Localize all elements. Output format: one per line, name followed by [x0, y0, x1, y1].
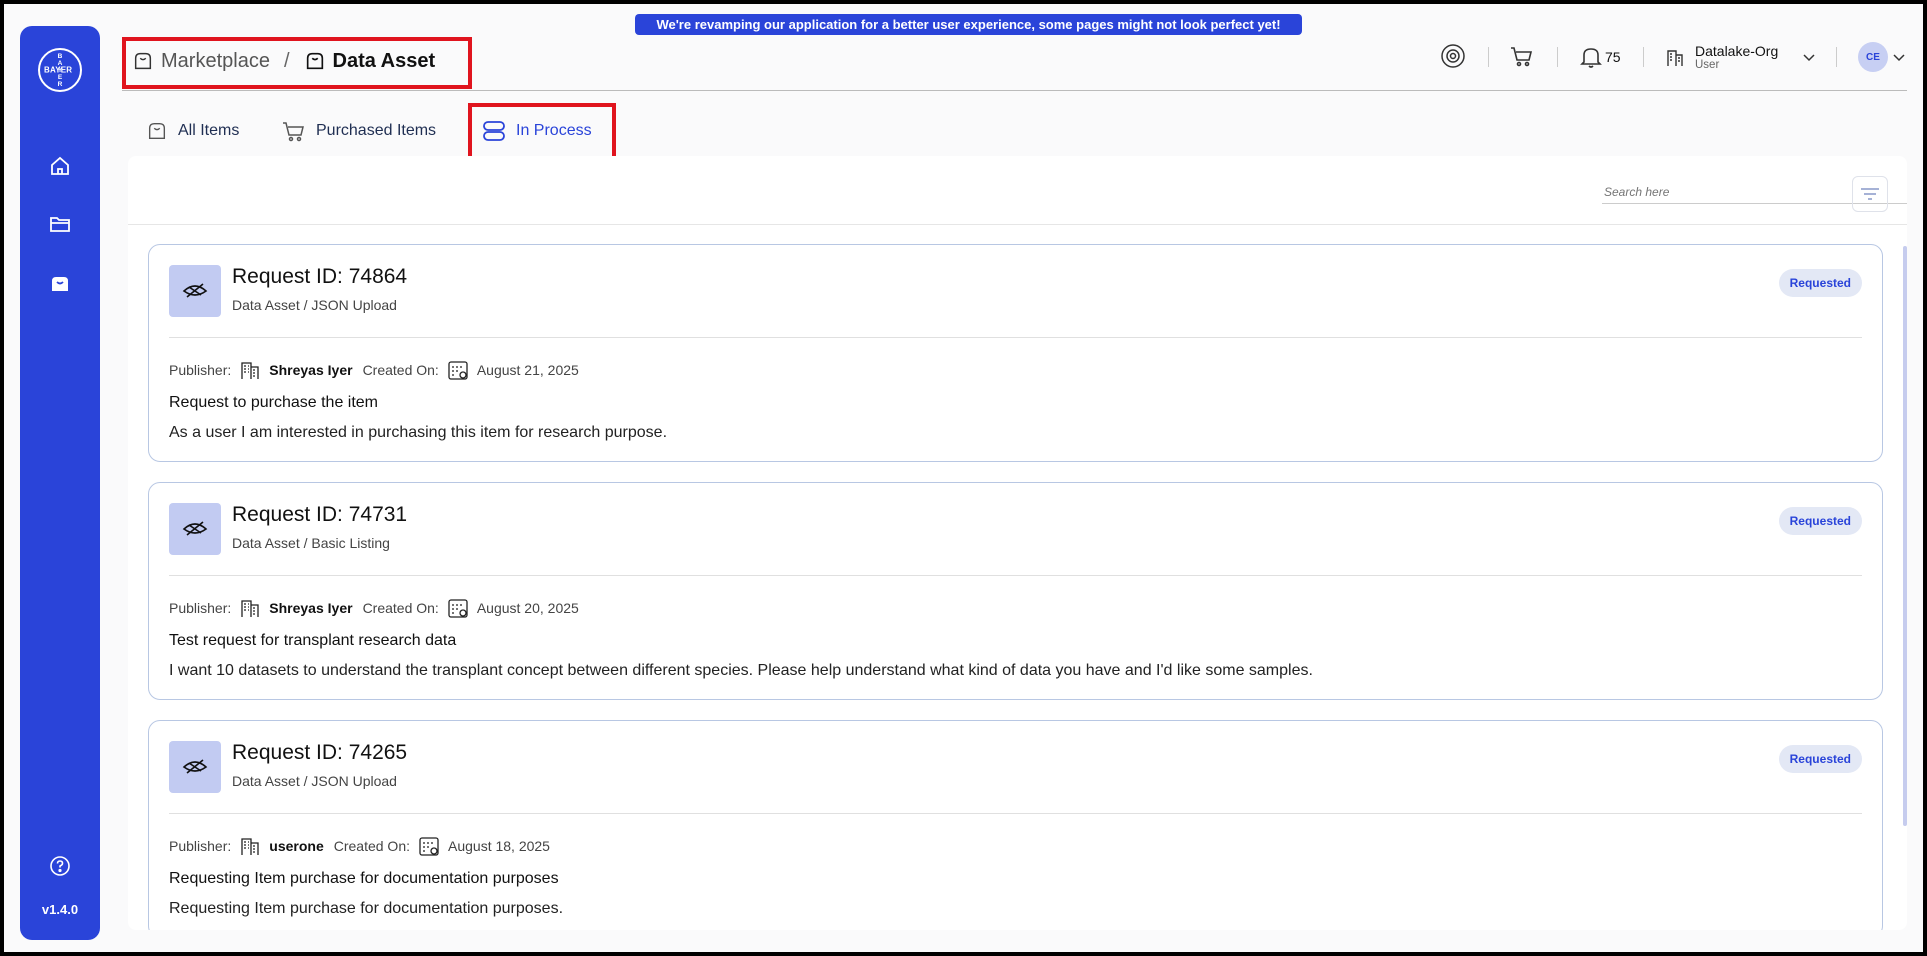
version-label: v1.4.0: [41, 902, 79, 917]
notification-count: 75: [1605, 49, 1621, 65]
tab-label: All Items: [178, 122, 240, 139]
separator: [1836, 47, 1837, 67]
filter-icon: [1861, 188, 1879, 200]
created-label: Created On:: [362, 362, 439, 378]
org-role: User: [1695, 59, 1720, 71]
request-card[interactable]: Request ID: 74731 Data Asset / Basic Lis…: [148, 482, 1883, 700]
request-heading: Requesting Item purchase for documentati…: [169, 870, 559, 887]
support-icon[interactable]: [1440, 43, 1466, 69]
request-description: I want 10 datasets to understand the tra…: [169, 662, 1313, 679]
request-subtitle: Data Asset / JSON Upload: [232, 773, 397, 789]
request-meta: Publisher: userone Created On: August 18…: [169, 835, 550, 857]
publisher-label: Publisher:: [169, 362, 232, 378]
breadcrumb-data-asset: Data Asset: [332, 49, 436, 72]
requests-panel: Request ID: 74864 Data Asset / JSON Uplo…: [128, 156, 1907, 930]
status-badge: Requested: [1778, 745, 1862, 773]
home-icon[interactable]: [48, 154, 72, 178]
breadcrumb: Marketplace / Data Asset: [132, 46, 435, 76]
separator: [1488, 47, 1489, 67]
publisher-label: Publisher:: [169, 838, 232, 854]
request-description: As a user I am interested in purchasing …: [169, 424, 668, 441]
bayer-logo[interactable]: B A Y E R BAYER: [38, 48, 82, 92]
request-heading: Test request for transplant research dat…: [169, 632, 457, 649]
building-icon: [241, 838, 259, 855]
avatar: CE: [1858, 42, 1888, 72]
publisher-name: Shreyas Iyer: [269, 362, 353, 378]
created-date: August 18, 2025: [448, 838, 550, 854]
created-date: August 20, 2025: [476, 600, 579, 616]
created-date: August 21, 2025: [476, 362, 579, 378]
bag-icon: [134, 52, 152, 70]
separator: [1643, 47, 1644, 67]
bag-icon: [306, 52, 323, 70]
header-divider: [122, 90, 1907, 91]
eye-slash-icon: [182, 759, 208, 774]
separator: [1557, 47, 1558, 67]
calendar-icon: [448, 599, 468, 618]
calendar-icon: [448, 361, 468, 380]
tab-purchased-items[interactable]: Purchased Items: [282, 118, 436, 144]
folder-icon[interactable]: [48, 212, 72, 236]
tab-label: In Process: [516, 122, 592, 139]
cart-icon[interactable]: [1510, 46, 1534, 68]
eye-slash-icon: [182, 521, 208, 536]
request-meta: Publisher: Shreyas Iyer Created On: Augu…: [169, 597, 579, 619]
card-divider: [169, 575, 1862, 576]
app-frame: B A Y E R BAYER v1.4.0 We're revamping o…: [4, 4, 1923, 952]
tab-all-items[interactable]: All Items: [146, 118, 239, 144]
request-description: Requesting Item purchase for documentati…: [169, 900, 564, 917]
request-subtitle: Data Asset / JSON Upload: [232, 297, 397, 313]
asset-icon: [169, 741, 221, 793]
request-title: Request ID: 74265: [232, 741, 408, 764]
marketplace-bag-icon[interactable]: [48, 272, 72, 296]
building-icon: [241, 600, 259, 617]
asset-icon: [169, 265, 221, 317]
bell-icon: [1580, 48, 1602, 68]
org-info: Datalake-Org User: [1695, 43, 1778, 71]
calendar-icon: [419, 837, 439, 856]
breadcrumb-separator: /: [283, 49, 290, 72]
building-icon: [1667, 50, 1683, 66]
logo-horizontal: BAYER: [44, 65, 73, 75]
chevron-down-icon: [1803, 54, 1815, 62]
building-icon: [241, 362, 259, 379]
org-name: Datalake-Org: [1695, 43, 1779, 59]
sidebar: B A Y E R BAYER v1.4.0: [20, 26, 100, 940]
user-menu[interactable]: CE: [1858, 40, 1906, 74]
request-subtitle: Data Asset / Basic Listing: [232, 535, 390, 551]
created-label: Created On:: [333, 838, 410, 854]
status-badge: Requested: [1778, 269, 1862, 297]
help-icon[interactable]: [48, 854, 72, 878]
publisher-label: Publisher:: [169, 600, 232, 616]
eye-slash-icon: [182, 283, 208, 298]
publisher-name: userone: [269, 838, 324, 854]
breadcrumb-marketplace[interactable]: Marketplace: [161, 50, 270, 73]
request-card[interactable]: Request ID: 74265 Data Asset / JSON Uplo…: [148, 720, 1883, 930]
card-divider: [169, 813, 1862, 814]
revamp-banner: We're revamping our application for a be…: [635, 14, 1302, 35]
request-title: Request ID: 74731: [232, 503, 408, 526]
request-heading: Request to purchase the item: [169, 394, 379, 411]
status-badge: Requested: [1778, 507, 1862, 535]
request-meta: Publisher: Shreyas Iyer Created On: Augu…: [169, 359, 579, 381]
notifications[interactable]: 75: [1580, 40, 1621, 74]
filter-button[interactable]: [1852, 176, 1888, 212]
created-label: Created On:: [362, 600, 439, 616]
request-card[interactable]: Request ID: 74864 Data Asset / JSON Uplo…: [148, 244, 1883, 462]
cart-icon: [283, 122, 304, 142]
request-title: Request ID: 74864: [232, 265, 408, 288]
org-switcher[interactable]: Datalake-Org User: [1665, 40, 1816, 74]
scrollbar[interactable]: [1903, 246, 1907, 826]
tab-label: Purchased Items: [316, 122, 437, 139]
process-icon: [483, 121, 505, 141]
chevron-down-icon: [1893, 54, 1905, 62]
card-divider: [169, 337, 1862, 338]
asset-icon: [169, 503, 221, 555]
bag-icon: [148, 122, 166, 140]
panel-divider: [128, 224, 1907, 225]
publisher-name: Shreyas Iyer: [269, 600, 353, 616]
tab-in-process[interactable]: In Process: [482, 118, 592, 144]
